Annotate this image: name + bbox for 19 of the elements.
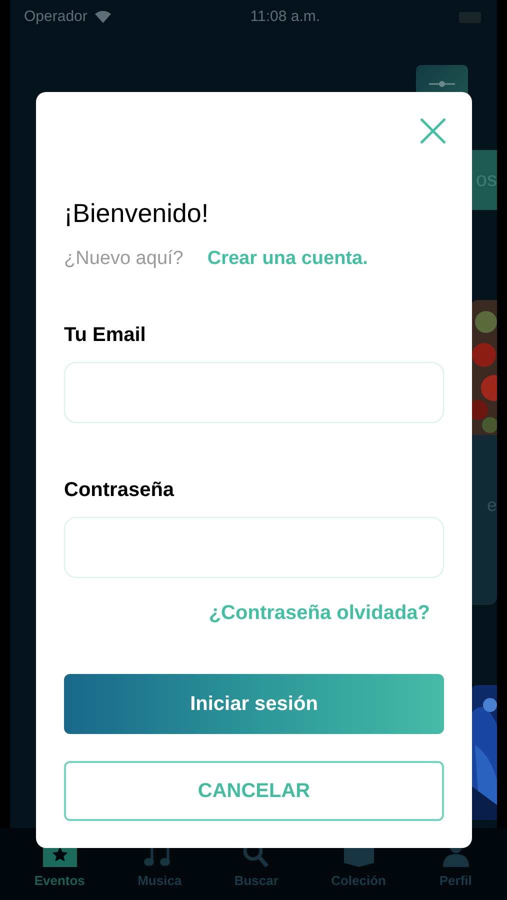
tab-label: Coleción [331,872,386,890]
close-button[interactable] [418,116,448,146]
email-label: Tu Email [64,322,147,348]
forgot-password-link[interactable]: ¿Contraseña olvidada? [208,598,430,628]
login-button[interactable]: Iniciar sesión [64,674,444,734]
signup-link[interactable]: Crear una cuenta. [207,245,368,274]
carrier-name: Operador [24,7,88,28]
password-field[interactable] [64,516,444,578]
email-field[interactable] [64,362,444,423]
cancel-button[interactable]: CANCELAR [64,760,444,821]
signup-prompt: ¿Nuevo aquí? [64,247,184,272]
password-label: Contraseña [64,478,176,503]
tab-label: Buscar [234,872,278,890]
status-time: 11:08 a.m. [249,7,322,28]
tab-label: Musica [138,872,182,890]
tab-label: Perfil [439,872,472,890]
tab-label: Eventos [34,872,85,890]
tab-item[interactable]: Musica [138,840,182,890]
dialog-title: ¡Bienvenido! [64,198,210,230]
